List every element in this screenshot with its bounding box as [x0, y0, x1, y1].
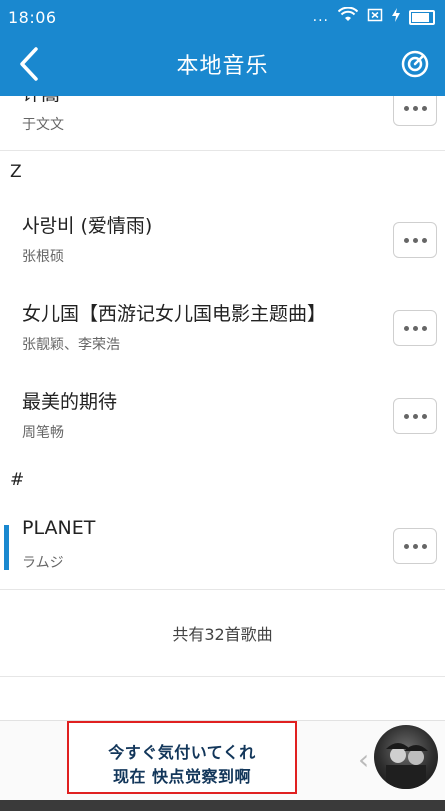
- song-title: 사랑비 (爱情雨): [22, 215, 153, 237]
- song-artist: 于文文: [22, 117, 64, 133]
- song-artist: 张根硕: [22, 249, 64, 265]
- song-artist: 周笔畅: [22, 425, 64, 441]
- section-letter: #: [10, 470, 25, 490]
- song-count-footer: 共有32首歌曲: [0, 588, 445, 677]
- radar-scan-icon[interactable]: [401, 50, 429, 78]
- song-title: 女儿国【西游记女儿国电影主题曲】: [22, 303, 327, 325]
- page-title: 本地音乐: [176, 54, 269, 79]
- more-options-button[interactable]: [393, 528, 437, 564]
- chevron-left-icon[interactable]: ‹: [358, 743, 369, 776]
- list-item-playing[interactable]: PLANET ラムジ: [0, 501, 445, 590]
- lyric-line-2: 现在 快点觉察到啊: [112, 767, 252, 786]
- status-time: 18:06: [8, 8, 57, 27]
- more-options-button[interactable]: [393, 398, 437, 434]
- wifi-icon: [337, 6, 359, 27]
- song-title: PLANET: [22, 517, 96, 539]
- top-bar: 18:06 ... 本地音乐: [0, 0, 445, 96]
- sim-icon: [367, 7, 383, 27]
- more-options-button[interactable]: [393, 96, 437, 126]
- section-header: Z: [0, 151, 445, 196]
- more-options-button[interactable]: [393, 310, 437, 346]
- album-art-icon: [386, 743, 428, 789]
- status-icons: ...: [312, 6, 435, 27]
- album-cover[interactable]: [374, 725, 438, 789]
- list-item[interactable]: 女儿国【西游记女儿国电影主题曲】 张靓颖、李荣浩: [0, 283, 445, 372]
- list-item[interactable]: 许嵩 于文文: [0, 96, 445, 151]
- charging-icon: [392, 8, 400, 26]
- section-letter: Z: [10, 162, 22, 182]
- lyric-display[interactable]: 今すぐ気付いてくれ 现在 快点觉察到啊: [67, 721, 297, 794]
- song-artist: 张靓颖、李荣浩: [22, 337, 120, 353]
- battery-icon: [409, 9, 435, 25]
- more-status-icon: ...: [312, 9, 329, 25]
- section-header: #: [0, 459, 445, 504]
- mini-player[interactable]: 今すぐ気付いてくれ 现在 快点觉察到啊 ‹: [0, 720, 445, 801]
- list-item[interactable]: 最美的期待 周笔畅: [0, 371, 445, 460]
- status-bar: 18:06 ...: [0, 0, 445, 34]
- song-title: 最美的期待: [22, 391, 118, 413]
- header: 本地音乐: [0, 34, 445, 96]
- now-playing-indicator: [4, 525, 9, 570]
- lyric-line-1: 今すぐ気付いてくれ: [108, 743, 256, 762]
- song-list[interactable]: 许嵩 于文文 Z 사랑비 (爱情雨) 张根硕 女儿国【西游记女儿国电影主题曲】 …: [0, 96, 445, 720]
- list-item[interactable]: 사랑비 (爱情雨) 张根硕: [0, 195, 445, 284]
- song-count-text: 共有32首歌曲: [172, 625, 273, 644]
- song-artist: ラムジ: [22, 555, 64, 571]
- system-nav-bar: [0, 800, 445, 811]
- song-title: 许嵩: [22, 96, 60, 106]
- more-options-button[interactable]: [393, 222, 437, 258]
